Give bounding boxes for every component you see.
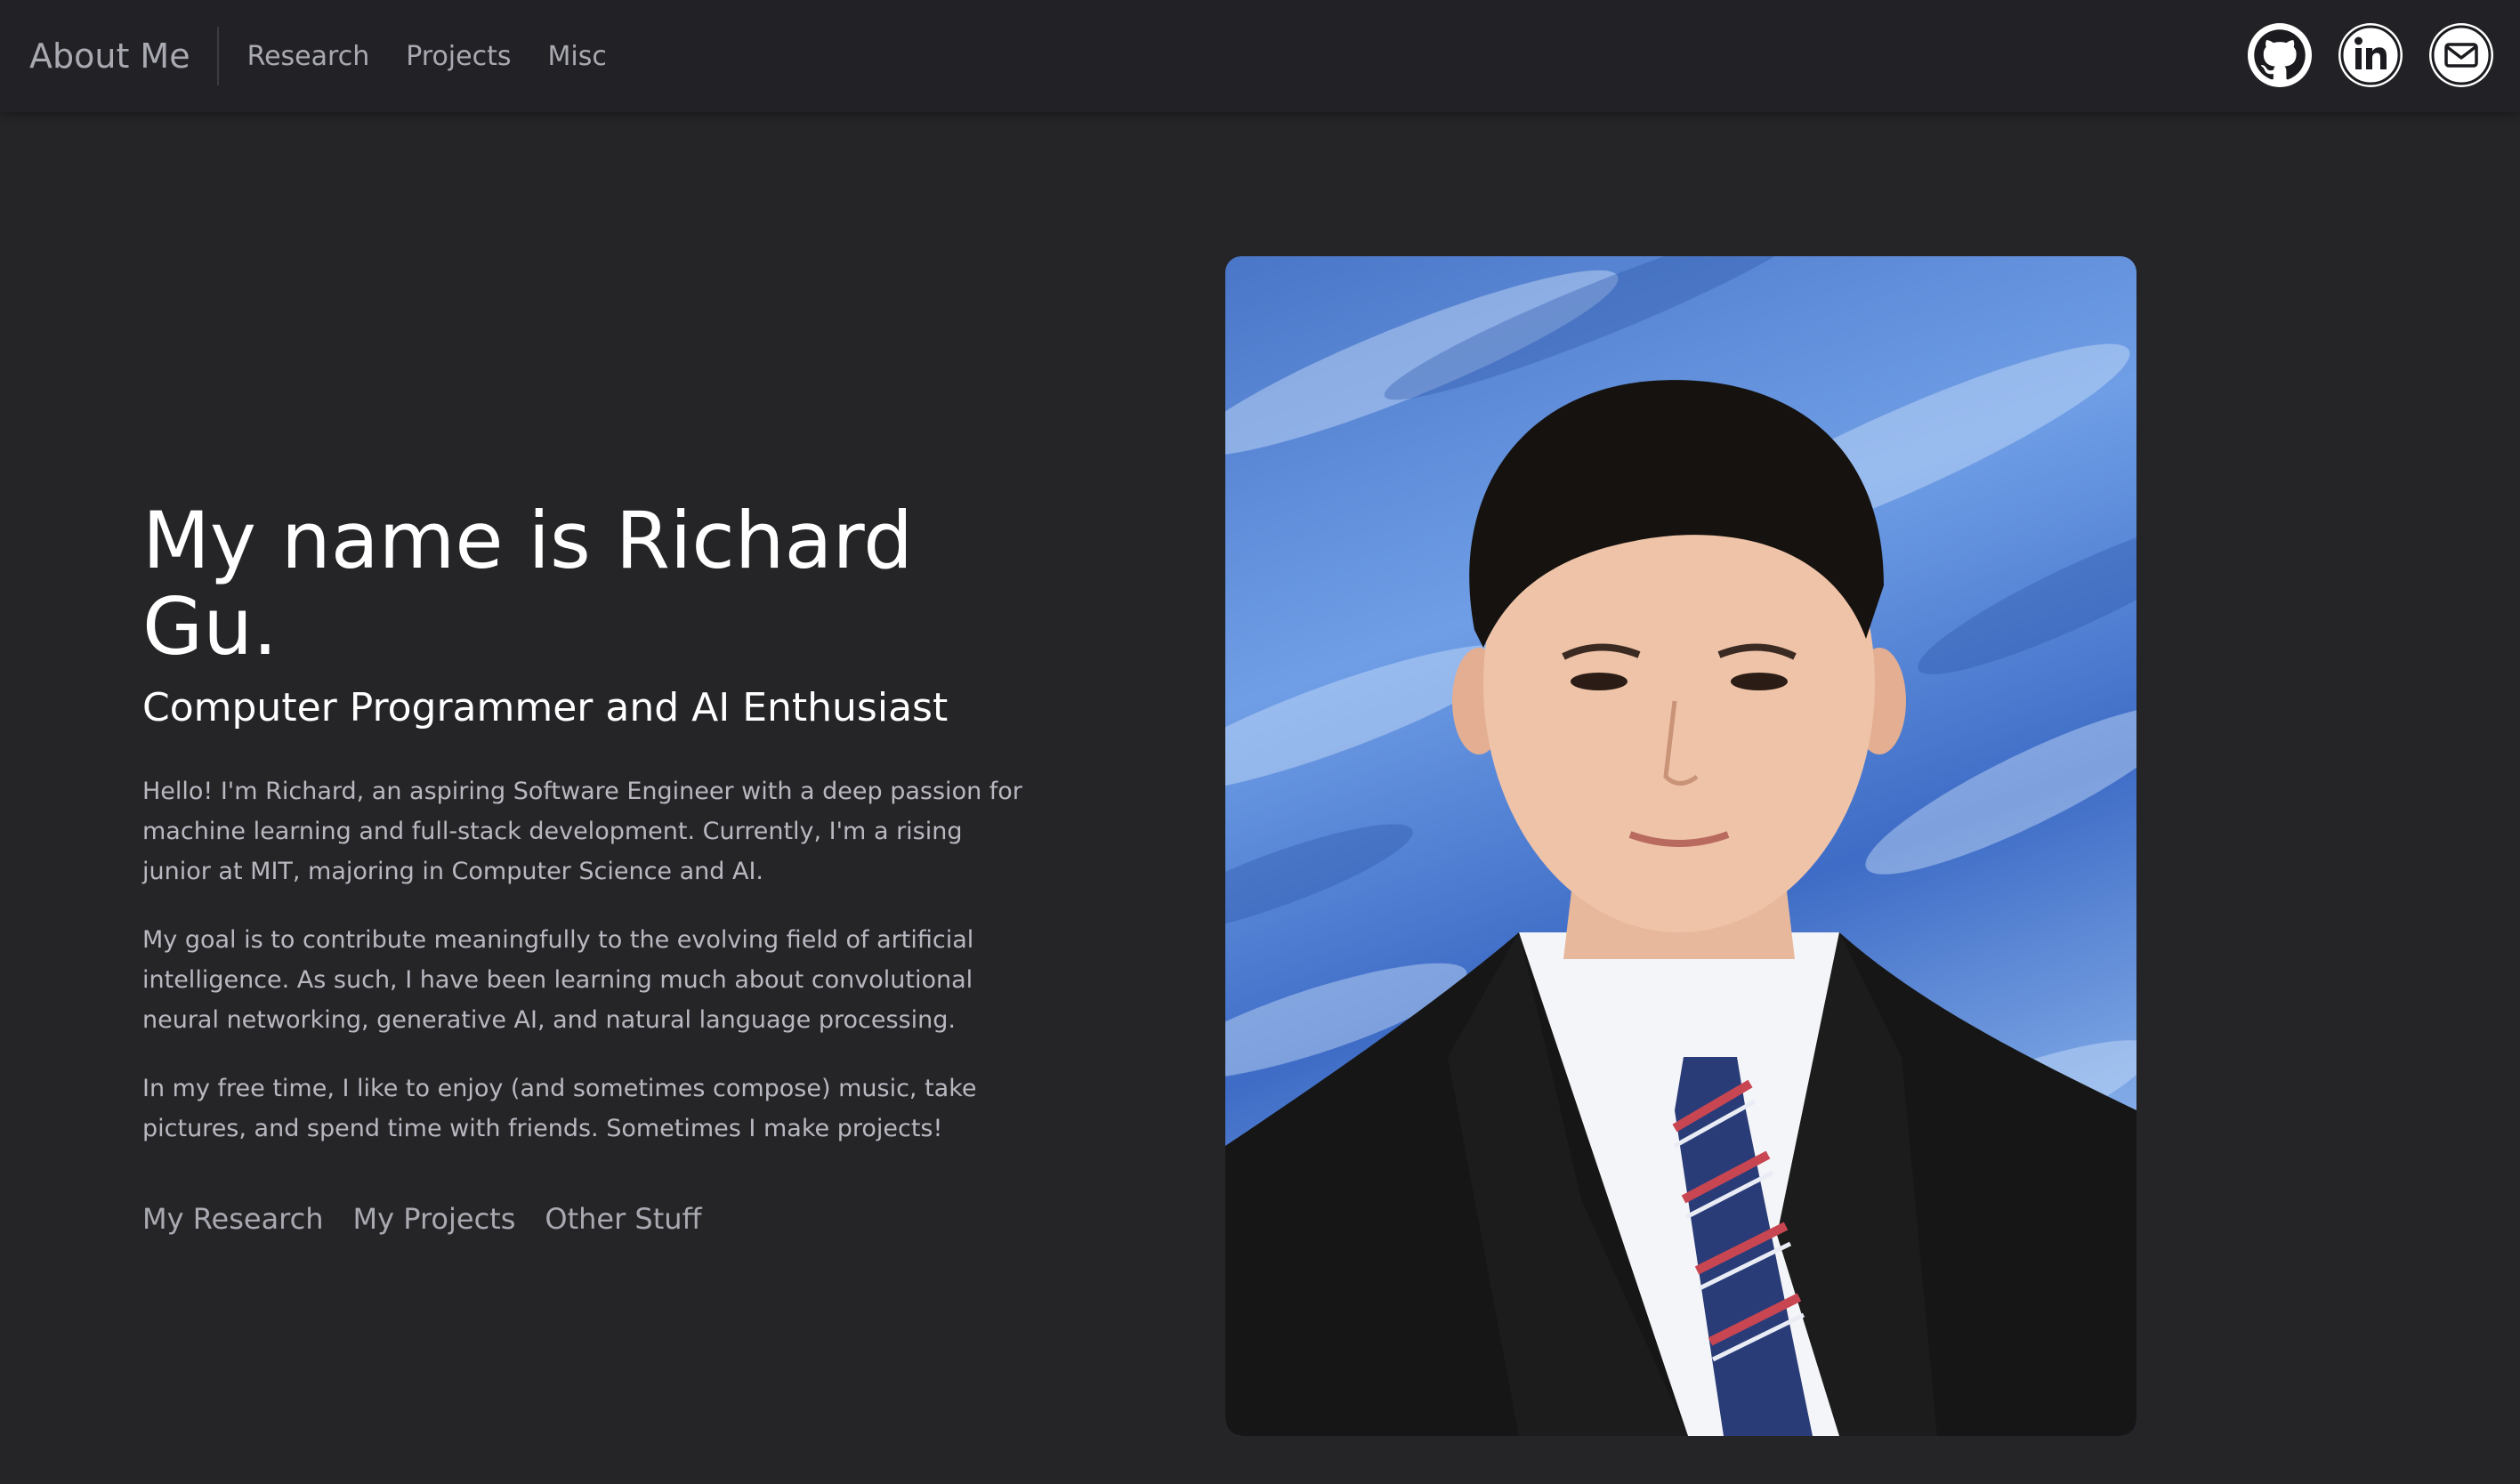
- my-research-link[interactable]: My Research: [142, 1202, 324, 1236]
- hero-intro: My name is Richard Gu. Computer Programm…: [142, 495, 1032, 1236]
- brand-link[interactable]: About Me: [29, 27, 219, 85]
- nav-link-research[interactable]: Research: [247, 41, 370, 72]
- github-icon[interactable]: [2248, 23, 2312, 87]
- intro-paragraph: Hello! I'm Richard, an aspiring Software…: [142, 777, 1022, 885]
- page-subtitle: Computer Programmer and AI Enthusiast: [142, 684, 949, 730]
- social-links: [2248, 23, 2493, 87]
- page-title: My name is Richard Gu.: [142, 495, 913, 673]
- goal-paragraph: My goal is to contribute meaningfully to…: [142, 925, 974, 1034]
- nav-link-misc[interactable]: Misc: [547, 41, 606, 72]
- nav-links: Research Projects Misc: [247, 41, 643, 72]
- top-navbar: About Me Research Projects Misc: [0, 0, 2520, 112]
- my-projects-link[interactable]: My Projects: [353, 1202, 516, 1236]
- linkedin-icon[interactable]: [2338, 23, 2403, 87]
- free-time-paragraph: In my free time, I like to enjoy (and so…: [142, 1074, 977, 1142]
- mail-icon[interactable]: [2429, 23, 2493, 87]
- other-stuff-link[interactable]: Other Stuff: [545, 1202, 701, 1236]
- hero-links: My Research My Projects Other Stuff: [142, 1202, 1032, 1236]
- nav-link-projects[interactable]: Projects: [406, 41, 511, 72]
- profile-photo: [1225, 256, 2136, 1436]
